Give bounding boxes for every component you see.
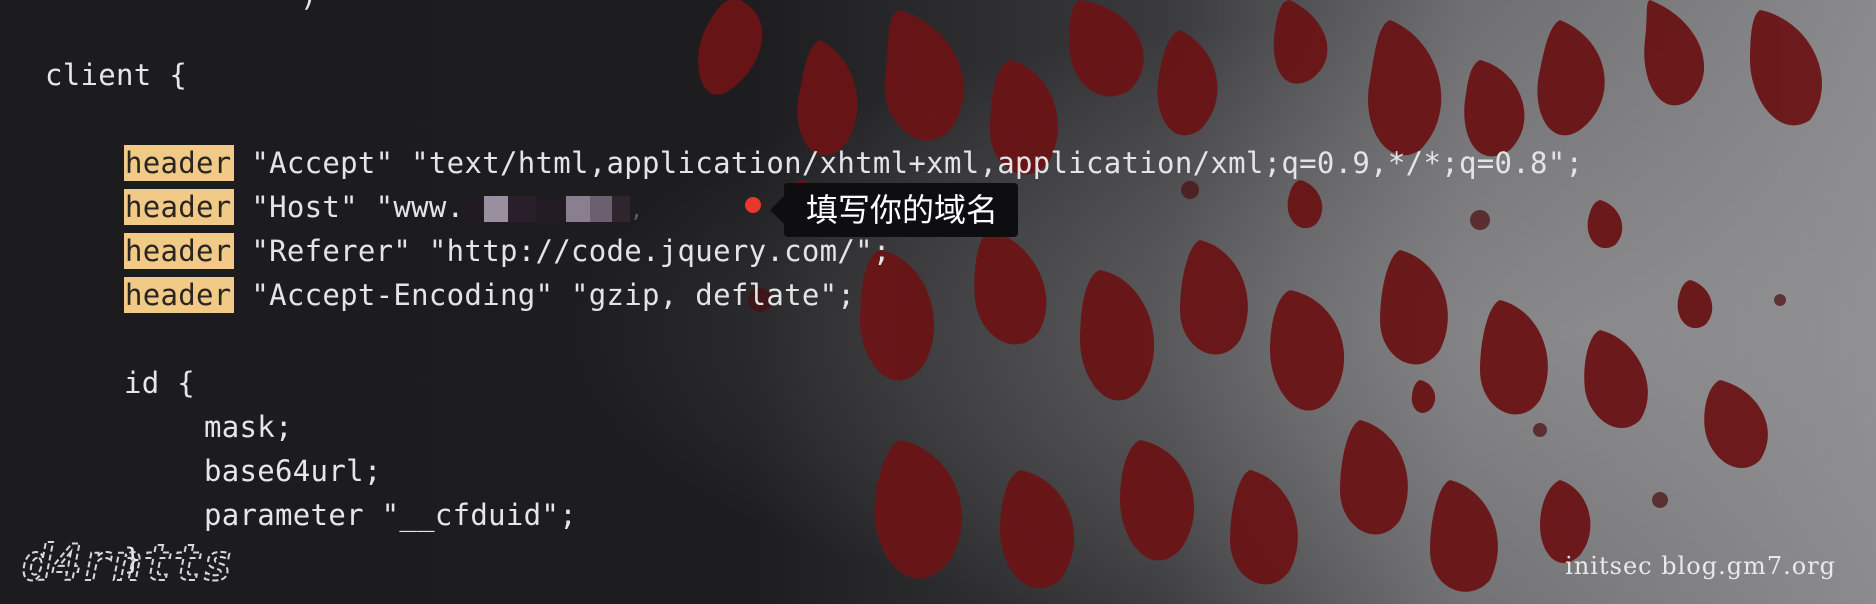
client-block-open: client { [45, 58, 188, 92]
annotation-tooltip: 填写你的域名 [769, 183, 1019, 237]
watermark-text: initsec blog.gm7.org [1565, 552, 1836, 580]
code-line-header-accept: header "Accept" "text/html,application/x… [124, 145, 1583, 181]
code-line-id: id { [124, 365, 195, 401]
redacted-domain-block [590, 196, 613, 222]
id-block-open: id { [124, 366, 196, 400]
redacted-domain-block [566, 196, 591, 222]
code-line-parameter: parameter "__cfduid"; [204, 497, 577, 533]
redacted-domain-block [508, 196, 537, 222]
redacted-domain-block [612, 196, 631, 222]
header-encoding-value: "Accept-Encoding" "gzip, deflate"; [233, 278, 856, 312]
header-referer-value: "Referer" "http://code.jquery.com/"; [233, 234, 891, 268]
annotation-dot-icon [745, 197, 761, 213]
mask-statement: mask; [204, 410, 293, 444]
code-line-base64url: base64url; [204, 453, 382, 489]
code-line-partial: ) [300, 0, 318, 14]
code-line-mask: mask; [204, 409, 293, 445]
header-keyword-highlight: header [124, 189, 234, 225]
code-line-header-host: header "Host" "www., [124, 189, 643, 225]
header-host-suffix: , [630, 198, 643, 222]
code-line-client: client { [45, 57, 187, 93]
code-editor-pane: ) client { header "Accept" "text/html,ap… [0, 0, 1876, 604]
header-keyword-highlight: header [124, 233, 234, 269]
logo-text: d4rntts [22, 534, 233, 592]
redacted-domain-block [484, 196, 509, 222]
code-line-header-encoding: header "Accept-Encoding" "gzip, deflate"… [124, 277, 855, 313]
header-keyword-highlight: header [124, 277, 234, 313]
redacted-domain-block [464, 196, 485, 222]
header-host-value: "Host" "www. [233, 190, 465, 224]
base64url-statement: base64url; [204, 454, 382, 488]
header-accept-value: "Accept" "text/html,application/xhtml+xm… [233, 146, 1584, 180]
annotation-tooltip-text: 填写你的域名 [806, 191, 999, 229]
redacted-domain-block [536, 196, 567, 222]
parameter-statement: parameter "__cfduid"; [204, 498, 577, 532]
code-line-header-referer: header "Referer" "http://code.jquery.com… [124, 233, 891, 269]
header-keyword-highlight: header [124, 145, 234, 181]
d4rntts-logo: d4rntts [21, 533, 234, 592]
code-block: ) client { header "Accept" "text/html,ap… [0, 0, 1876, 604]
